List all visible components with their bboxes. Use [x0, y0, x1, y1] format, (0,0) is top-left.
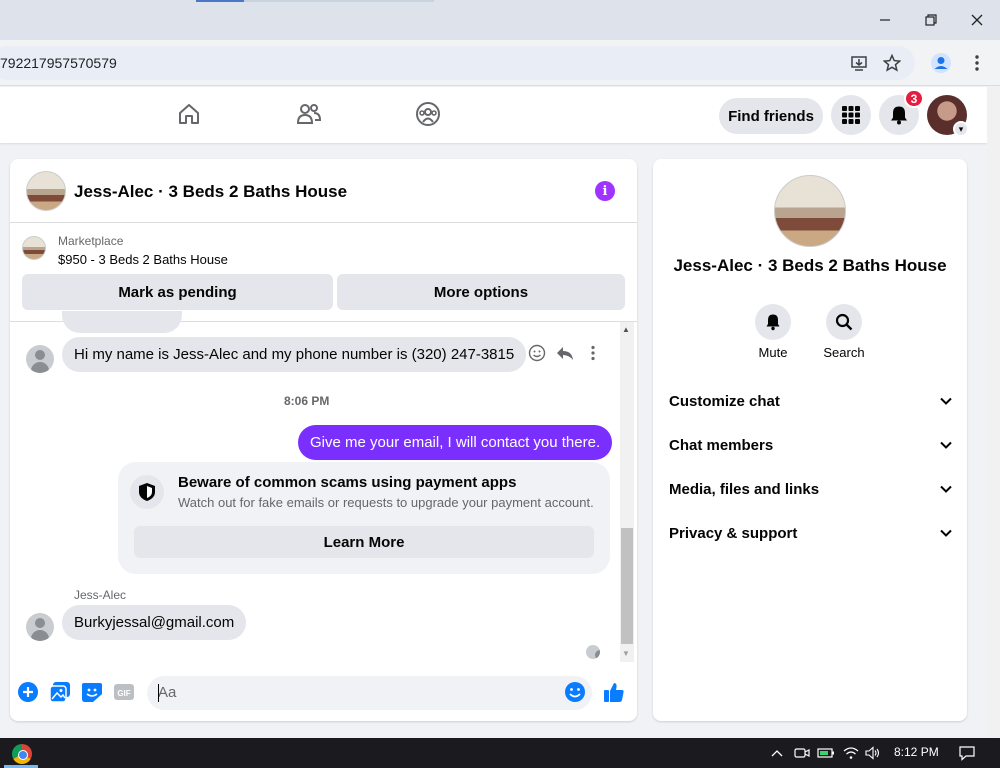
learn-more-button[interactable]: Learn More	[134, 526, 594, 558]
scroll-up-arrow-icon[interactable]: ▲	[622, 325, 630, 334]
menu-grid-icon[interactable]	[831, 95, 871, 135]
groups-icon[interactable]	[414, 100, 442, 128]
bookmark-star-icon[interactable]	[881, 52, 903, 74]
find-friends-button[interactable]: Find friends	[719, 98, 823, 134]
reply-icon[interactable]	[556, 344, 574, 362]
search-icon[interactable]	[826, 304, 862, 340]
mute-label: Mute	[758, 345, 788, 360]
row-label: Customize chat	[669, 392, 780, 410]
message-input-placeholder: Aa	[158, 684, 177, 701]
sender-avatar[interactable]	[26, 613, 54, 641]
install-app-icon[interactable]	[848, 52, 870, 74]
listing-thumbnail	[22, 236, 46, 260]
home-icon[interactable]	[175, 100, 203, 128]
text-caret	[158, 684, 159, 702]
row-label: Privacy & support	[669, 524, 798, 542]
gif-icon[interactable]: GIF	[113, 681, 135, 703]
marketplace-label: Marketplace	[58, 234, 124, 248]
row-label: Media, files and links	[669, 480, 820, 498]
add-plus-icon[interactable]	[17, 681, 39, 703]
chat-scrollbar-thumb[interactable]	[621, 528, 633, 644]
message-bubble-outgoing[interactable]: Give me your email, I will contact you t…	[298, 425, 613, 460]
chat-title[interactable]: Jess-Alec · 3 Beds 2 Baths House	[74, 182, 347, 202]
scam-warning-subtitle: Watch out for fake emails or requests to…	[178, 495, 594, 510]
listing-price-title[interactable]: $950 - 3 Beds 2 Baths House	[58, 252, 228, 267]
sticker-icon[interactable]	[81, 681, 103, 703]
previous-message-bubble	[62, 311, 182, 333]
battery-icon[interactable]	[817, 744, 835, 762]
close-icon[interactable]	[965, 8, 989, 32]
account-chevron-down-icon[interactable]: ▾	[953, 121, 969, 137]
chat-info-avatar[interactable]	[774, 175, 846, 247]
media-files-links-row[interactable]: Media, files and links	[669, 475, 953, 503]
message-input[interactable]	[147, 676, 592, 710]
notification-badge: 3	[904, 89, 924, 108]
meet-now-icon[interactable]	[793, 744, 811, 762]
volume-icon[interactable]	[864, 744, 882, 762]
more-options-button[interactable]: More options	[337, 274, 625, 310]
mark-pending-button[interactable]: Mark as pending	[22, 274, 333, 310]
message-bubble-incoming[interactable]: Hi my name is Jess-Alec and my phone num…	[62, 337, 527, 372]
shield-icon	[130, 475, 164, 509]
chat-avatar[interactable]	[26, 171, 66, 211]
notification-center-icon[interactable]	[958, 744, 976, 762]
time-separator: 8:06 PM	[284, 394, 330, 408]
restore-icon[interactable]	[919, 8, 943, 32]
chevron-down-icon	[940, 529, 952, 537]
profile-icon[interactable]	[930, 52, 952, 74]
emoji-icon[interactable]	[564, 681, 586, 703]
like-thumbs-up-icon[interactable]	[603, 681, 625, 703]
browser-menu-icon[interactable]	[966, 52, 988, 74]
active-tab-indicator[interactable]	[196, 0, 244, 2]
read-receipt-avatar	[586, 645, 600, 659]
chevron-down-icon	[940, 485, 952, 493]
svg-text:GIF: GIF	[117, 689, 130, 698]
customize-chat-row[interactable]: Customize chat	[669, 387, 953, 415]
react-emoji-icon[interactable]	[528, 344, 546, 362]
privacy-support-row[interactable]: Privacy & support	[669, 519, 953, 547]
browser-titlebar	[0, 0, 1000, 40]
sender-avatar[interactable]	[26, 345, 54, 373]
info-icon[interactable]: i	[595, 181, 615, 201]
message-bubble-incoming[interactable]: Burkyjessal@gmail.com	[62, 605, 247, 640]
search-label: Search	[823, 345, 865, 360]
photo-icon[interactable]	[49, 681, 71, 703]
wifi-icon[interactable]	[842, 744, 860, 762]
url-text[interactable]: 792217957570579	[0, 55, 117, 71]
taskbar-clock[interactable]: 8:12 PM	[894, 745, 939, 759]
page-scrollbar[interactable]	[987, 87, 1000, 737]
chat-members-row[interactable]: Chat members	[669, 431, 953, 459]
row-label: Chat members	[669, 436, 774, 454]
scam-warning-title: Beware of common scams using payment app…	[178, 474, 517, 491]
minimize-icon[interactable]	[873, 8, 897, 32]
friends-icon[interactable]	[295, 100, 323, 128]
scroll-down-arrow-icon[interactable]: ▼	[622, 649, 630, 658]
chevron-up-icon[interactable]	[768, 744, 786, 762]
chevron-down-icon	[940, 397, 952, 405]
omnibox[interactable]	[0, 46, 915, 80]
chevron-down-icon	[940, 441, 952, 449]
chrome-taskbar-icon[interactable]	[12, 744, 32, 764]
mute-bell-icon[interactable]	[755, 304, 791, 340]
more-actions-icon[interactable]	[584, 344, 602, 362]
chat-info-title: Jess-Alec · 3 Beds 2 Baths House	[673, 256, 947, 275]
tab-strip[interactable]	[244, 0, 434, 2]
sender-name: Jess-Alec	[74, 588, 127, 602]
